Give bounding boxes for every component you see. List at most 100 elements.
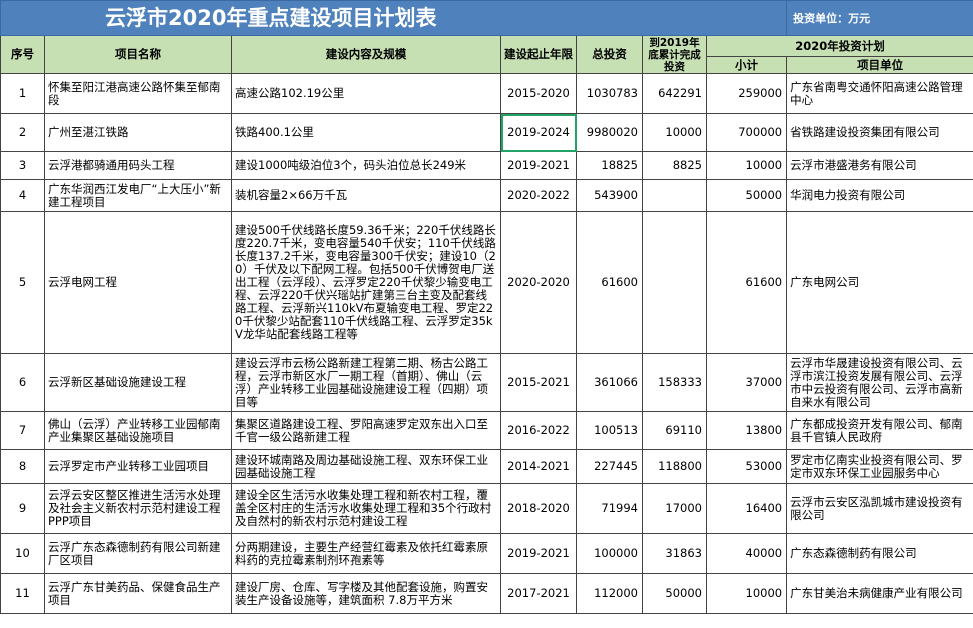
cell-no[interactable]: 4 [0,179,45,212]
cell-content[interactable]: 建设全区生活污水收集处理工程和新农村工程，覆盖全区村庄的生活污水收集处理工程和3… [231,483,501,534]
cell-total[interactable]: 361066 [576,353,643,412]
cell-period[interactable]: 2018-2020 [500,483,577,534]
cell-content[interactable]: 集聚区道路建设工程、罗阳高速罗定双东出入口至千官一级公路新建工程 [231,411,501,450]
cell-period[interactable]: 2019-2021 [500,151,577,180]
header-content[interactable]: 建设内容及规模 [231,35,501,74]
cell-name[interactable]: 云浮新区基础设施建设工程 [44,353,232,412]
cell-period[interactable]: 2016-2022 [500,411,577,450]
cell-no[interactable]: 8 [0,449,45,484]
header-total[interactable]: 总投资 [576,35,643,74]
cell-subtotal[interactable]: 13800 [705,411,788,450]
cell-total[interactable]: 100000 [576,533,643,574]
cell-subtotal[interactable]: 40000 [705,533,788,574]
cell-name[interactable]: 云浮港都骑通用码头工程 [44,151,232,180]
cell-subtotal[interactable]: 10000 [705,573,788,614]
cell-owner[interactable]: 华润电力投资有限公司 [786,179,973,212]
cell-name[interactable]: 云浮广东态森德制药有限公司新建厂区项目 [44,533,232,574]
cell-owner[interactable]: 广东省南粤交通怀阳高速公路管理中心 [786,73,973,114]
cell-cumulative[interactable] [642,211,707,354]
cell-cumulative[interactable]: 642291 [642,73,707,114]
cell-total[interactable]: 61600 [576,211,643,354]
cell-name[interactable]: 广东华润西江发电厂“上大压小”新建工程项目 [44,179,232,212]
cell-owner[interactable]: 云浮市华晟建设投资有限公司、云浮市滨江投资发展有限公司、云浮市中云投资有限公司、… [786,353,973,412]
cell-period[interactable]: 2015-2021 [500,353,577,412]
cell-cumulative[interactable]: 31863 [642,533,707,574]
cell-owner[interactable]: 罗定市亿南实业投资有限公司、罗定市双东环保工业园服务中心 [786,449,973,484]
cell-period[interactable]: 2019-2024 [500,113,577,152]
cell-owner[interactable]: 云浮市港盛港务有限公司 [786,151,973,180]
cell-total[interactable]: 100513 [576,411,643,450]
cell-owner[interactable]: 省铁路建设投资集团有限公司 [786,113,973,152]
cell-content[interactable]: 建设环城南路及周边基础设施工程、双东环保工业园基础设施工程 [231,449,501,484]
cell-no[interactable]: 3 [0,151,45,180]
cell-total[interactable]: 1030783 [576,73,643,114]
cell-name[interactable]: 云浮罗定市产业转移工业园项目 [44,449,232,484]
cell-subtotal[interactable]: 37000 [705,353,788,412]
cell-content[interactable]: 建设500千伏线路长度59.36千米；220千伏线路长度220.7千米，变电容量… [231,211,501,354]
cell-content[interactable]: 建设云浮市云杨公路新建工程第二期、杨古公路工程，云浮市新区水厂一期工程（首期）、… [231,353,501,412]
header-plan2020[interactable]: 2020年投资计划 [705,35,973,57]
cell-no[interactable]: 1 [0,73,45,114]
cell-no[interactable]: 7 [0,411,45,450]
cell-content[interactable]: 装机容量2×66万千瓦 [231,179,501,212]
cell-content[interactable]: 建设1000吨级泊位3个，码头泊位总长249米 [231,151,501,180]
cell-owner[interactable]: 云浮市云安区泓凯城市建设投资有限公司 [786,483,973,534]
cell-subtotal[interactable]: 10000 [705,151,788,180]
cell-subtotal[interactable]: 259000 [705,73,788,114]
cell-total[interactable]: 18825 [576,151,643,180]
cell-cumulative[interactable]: 8825 [642,151,707,180]
cell-period[interactable]: 2014-2021 [500,449,577,484]
cell-content[interactable]: 高速公路102.19公里 [231,73,501,114]
cell-owner[interactable]: 广东电网公司 [786,211,973,354]
cell-owner[interactable]: 广东都成投资开发有限公司、郁南县千官镇人民政府 [786,411,973,450]
header-cumulative[interactable]: 到2019年底累计完成投资 [642,35,707,74]
cell-total[interactable]: 227445 [576,449,643,484]
cell-no[interactable]: 6 [0,353,45,412]
header-owner[interactable]: 项目单位 [786,56,973,74]
cell-cumulative[interactable]: 50000 [642,573,707,614]
cell-cumulative[interactable]: 69110 [642,411,707,450]
cell-period[interactable]: 2017-2021 [500,573,577,614]
cell-content[interactable]: 分两期建设，主要生产经营红霉素及依托红霉素原料药的克拉霉素制剂环孢素等 [231,533,501,574]
investment-unit[interactable]: 投资单位：万元 [786,0,973,36]
cell-period[interactable]: 2020-2020 [500,211,577,354]
cell-no[interactable]: 10 [0,533,45,574]
cell-total[interactable]: 9980020 [576,113,643,152]
cell-cumulative[interactable] [642,179,707,212]
cell-name[interactable]: 云浮广东甘美药品、保健食品生产项目 [44,573,232,614]
cell-subtotal[interactable]: 61600 [705,211,788,354]
cell-no[interactable]: 5 [0,211,45,354]
cell-no[interactable]: 2 [0,113,45,152]
cell-cumulative[interactable]: 17000 [642,483,707,534]
cell-total[interactable]: 112000 [576,573,643,614]
cell-content[interactable]: 建设厂房、仓库、写字楼及其他配套设施，购置安装生产设备设施等，建筑面积 7.8万… [231,573,501,614]
cell-total[interactable]: 71994 [576,483,643,534]
cell-cumulative[interactable]: 10000 [642,113,707,152]
cell-no[interactable]: 9 [0,483,45,534]
cell-total[interactable]: 543900 [576,179,643,212]
cell-period[interactable]: 2019-2021 [500,533,577,574]
cell-content[interactable]: 铁路400.1公里 [231,113,501,152]
cell-name[interactable]: 云浮电网工程 [44,211,232,354]
cell-subtotal[interactable]: 50000 [705,179,788,212]
cell-period[interactable]: 2015-2020 [500,73,577,114]
cell-period[interactable]: 2020-2022 [500,179,577,212]
cell-owner[interactable]: 广东态森德制药有限公司 [786,533,973,574]
cell-name[interactable]: 广州至湛江铁路 [44,113,232,152]
header-period[interactable]: 建设起止年限 [500,35,577,74]
cell-name[interactable]: 云浮云安区整区推进生活污水处理及社会主义新农村示范村建设工程 PPP项目 [44,483,232,534]
table-row: 4 广东华润西江发电厂“上大压小”新建工程项目 装机容量2×66万千瓦 2020-20… [0,179,973,212]
header-name[interactable]: 项目名称 [44,35,232,74]
cell-cumulative[interactable]: 158333 [642,353,707,412]
cell-subtotal[interactable]: 53000 [705,449,788,484]
cell-cumulative[interactable]: 118800 [642,449,707,484]
header-subtotal[interactable]: 小计 [705,56,788,74]
cell-subtotal[interactable]: 16400 [705,483,788,534]
cell-no[interactable]: 11 [0,573,45,614]
cell-name[interactable]: 佛山（云浮）产业转移工业园郁南产业集聚区基础设施项目 [44,411,232,450]
header-no[interactable]: 序号 [0,35,45,74]
sheet-title[interactable]: 云浮市2020年重点建设项目计划表 [0,0,788,36]
cell-owner[interactable]: 广东甘美治未病健康产业有限公司 [786,573,973,614]
cell-name[interactable]: 怀集至阳江港高速公路怀集至郁南段 [44,73,232,114]
cell-subtotal[interactable]: 700000 [705,113,788,152]
